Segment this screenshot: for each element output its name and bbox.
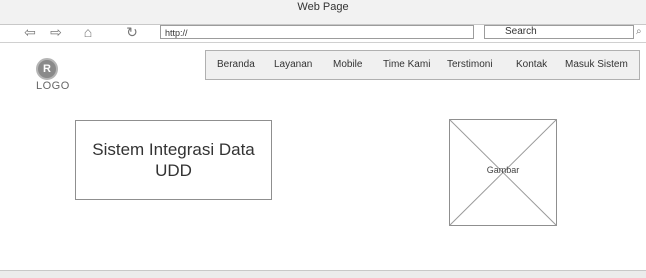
menu-item-layanan[interactable]: Layanan	[274, 51, 312, 79]
toolbar-divider	[0, 42, 646, 43]
menu-item-time-kami[interactable]: Time Kami	[383, 51, 430, 79]
menu-item-masuk-sistem[interactable]: Masuk Sistem	[565, 51, 628, 79]
logo-text: LOGO	[36, 80, 70, 92]
hero-title-box: Sistem Integrasi Data UDD	[75, 120, 272, 200]
menu-item-beranda[interactable]: Beranda	[217, 51, 255, 79]
browser-titlebar: Web Page	[0, 0, 646, 25]
forward-arrow-icon[interactable]: ⇨	[48, 24, 64, 40]
image-placeholder-label: Gambar	[486, 165, 520, 175]
menu-item-kontak[interactable]: Kontak	[516, 51, 547, 79]
browser-window: Web Page ⇦ ⇨ ⌂ ↻ http:// Search ⌕ R LOGO…	[0, 0, 646, 278]
search-icon[interactable]: ⌕	[636, 25, 646, 39]
menu-item-terstimoni[interactable]: Terstimoni	[447, 51, 493, 79]
hero-title: Sistem Integrasi Data UDD	[92, 140, 255, 180]
logo-mark-icon: R	[36, 58, 58, 80]
address-bar[interactable]: http://	[160, 25, 474, 39]
back-arrow-icon[interactable]: ⇦	[22, 24, 38, 40]
reload-icon[interactable]: ↻	[124, 24, 140, 40]
main-navigation: Beranda Layanan Mobile Time Kami Terstim…	[205, 50, 640, 80]
search-input[interactable]: Search	[484, 25, 634, 39]
home-icon[interactable]: ⌂	[80, 24, 96, 40]
window-title: Web Page	[297, 1, 349, 13]
menu-item-mobile[interactable]: Mobile	[333, 51, 362, 79]
